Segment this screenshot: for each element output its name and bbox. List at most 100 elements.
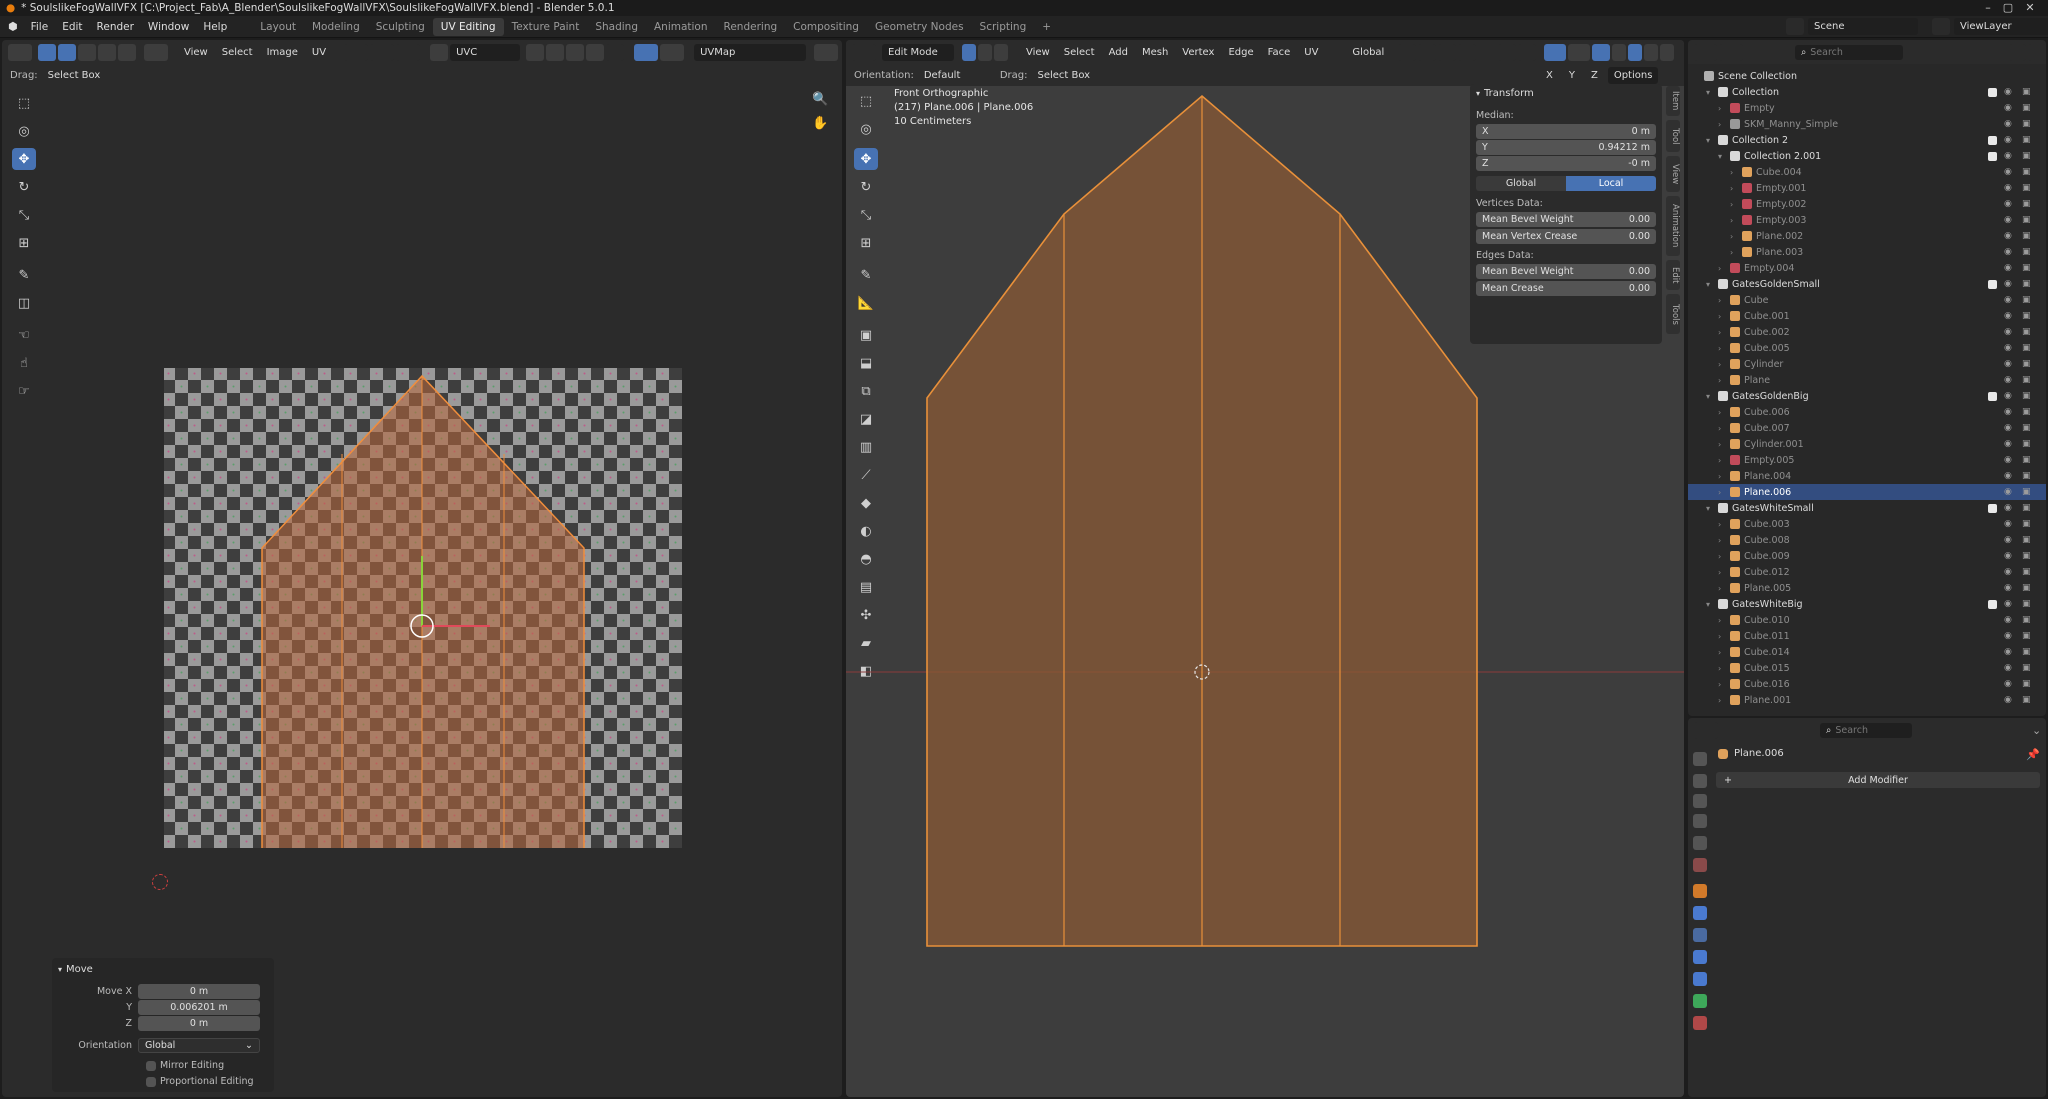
properties-search-input[interactable]: ⌕ Search	[1820, 722, 1912, 738]
outliner-collection-row[interactable]: ▾ Collection 2.001 ◉ ▣	[1688, 148, 2046, 164]
expand-arrow-icon[interactable]: ›	[1718, 648, 1721, 657]
scene-selector[interactable]: Scene	[1808, 18, 1918, 35]
median-x-field[interactable]: X0 m	[1476, 124, 1656, 139]
outliner-object-row[interactable]: › Cube.014 ◉ ▣	[1688, 644, 2046, 660]
camera-icon[interactable]: ▣	[2022, 663, 2031, 673]
eye-icon[interactable]: ◉	[2004, 535, 2012, 545]
pin-icon[interactable]	[606, 43, 625, 61]
eye-icon[interactable]: ◉	[2004, 359, 2012, 369]
expand-arrow-icon[interactable]: ›	[1730, 248, 1733, 257]
display-mode-icon[interactable]	[1719, 43, 1743, 61]
outliner-object-row[interactable]: › Cube ◉ ▣	[1688, 292, 2046, 308]
eye-icon[interactable]: ◉	[2004, 87, 2012, 97]
camera-icon[interactable]: ▣	[2022, 87, 2031, 97]
expand-arrow-icon[interactable]: ▾	[1706, 136, 1710, 145]
eye-icon[interactable]: ◉	[2004, 247, 2012, 257]
expand-arrow-icon[interactable]: ›	[1718, 472, 1721, 481]
workspace-tab-layout[interactable]: Layout	[252, 18, 304, 36]
camera-icon[interactable]: ▣	[2022, 327, 2031, 337]
eye-icon[interactable]: ◉	[2004, 199, 2012, 209]
expand-arrow-icon[interactable]: ›	[1718, 104, 1721, 113]
eye-icon[interactable]: ◉	[2004, 471, 2012, 481]
eye-icon[interactable]: ◉	[2004, 423, 2012, 433]
display-channels-icon[interactable]	[814, 43, 839, 61]
outliner-object-row[interactable]: › Plane.003 ◉ ▣	[1688, 244, 2046, 260]
uv-editor[interactable]: View Select Image UV UVC UVMap Drag: Sel…	[2, 40, 842, 1097]
uv-menu-uv[interactable]: UV	[306, 44, 332, 61]
camera-icon[interactable]: ▣	[2022, 215, 2031, 225]
camera-icon[interactable]: ▣	[2022, 135, 2031, 145]
workspace-tab-shading[interactable]: Shading	[587, 18, 646, 36]
camera-icon[interactable]: ▣	[2022, 311, 2031, 321]
tab-view[interactable]: View	[1666, 156, 1680, 192]
workspace-tab-uv-editing[interactable]: UV Editing	[432, 17, 504, 36]
expand-arrow-icon[interactable]: ›	[1718, 520, 1721, 529]
median-y-field[interactable]: Y 0.94212 m	[1476, 140, 1656, 155]
expand-arrow-icon[interactable]: ›	[1718, 296, 1721, 305]
move-y-field[interactable]: 0.006201 m	[138, 1000, 260, 1015]
outliner-object-row[interactable]: › Cube.002 ◉ ▣	[1688, 324, 2046, 340]
eye-icon[interactable]: ◉	[2004, 631, 2012, 641]
blender-menu-icon[interactable]: ⬢	[0, 20, 24, 33]
eye-icon[interactable]: ◉	[2004, 375, 2012, 385]
eye-icon[interactable]: ◉	[2004, 567, 2012, 577]
camera-icon[interactable]: ▣	[2022, 439, 2031, 449]
expand-arrow-icon[interactable]: ›	[1718, 264, 1721, 273]
editor-type-icon[interactable]	[1694, 43, 1718, 61]
scene-tab-icon[interactable]	[1693, 836, 1707, 850]
camera-icon[interactable]: ▣	[2022, 599, 2031, 609]
outliner-collection-row[interactable]: ▾ GatesWhiteSmall ◉ ▣	[1688, 500, 2046, 516]
move-z-field[interactable]: 0 m	[138, 1016, 260, 1031]
eye-icon[interactable]: ◉	[2004, 151, 2012, 161]
camera-icon[interactable]: ▣	[2022, 167, 2031, 177]
workspace-tab-geometry-nodes[interactable]: Geometry Nodes	[867, 18, 972, 36]
expand-arrow-icon[interactable]: ›	[1730, 216, 1733, 225]
expand-arrow-icon[interactable]: ▾	[1706, 504, 1710, 513]
outliner-object-row[interactable]: › Cube.015 ◉ ▣	[1688, 660, 2046, 676]
eye-icon[interactable]: ◉	[2004, 279, 2012, 289]
scene-icon[interactable]	[1786, 18, 1804, 35]
gizmo-icon[interactable]	[634, 43, 659, 61]
camera-icon[interactable]: ▣	[2022, 103, 2031, 113]
camera-icon[interactable]: ▣	[2022, 567, 2031, 577]
camera-icon[interactable]: ▣	[2022, 695, 2031, 705]
move-tool[interactable]: ✥	[12, 148, 36, 170]
expand-arrow-icon[interactable]: ›	[1718, 616, 1721, 625]
uv-menu-view[interactable]: View	[178, 44, 214, 61]
constraints-tab-icon[interactable]	[1693, 972, 1707, 986]
expand-arrow-icon[interactable]: ›	[1718, 424, 1721, 433]
expand-arrow-icon[interactable]: ›	[1718, 568, 1721, 577]
outliner-collection-row[interactable]: ▾ Collection ◉ ▣	[1688, 84, 2046, 100]
menu-window[interactable]: Window	[141, 21, 196, 33]
eye-icon[interactable]: ◉	[2004, 215, 2012, 225]
properties-editor[interactable]: ⌕ Search ⌄ Plane.006 📌 + Add Modifier	[1688, 718, 2046, 1097]
grab-tool[interactable]: ☜	[12, 324, 36, 346]
expand-arrow-icon[interactable]: ›	[1718, 440, 1721, 449]
rotate-tool[interactable]: ↻	[12, 176, 36, 198]
menu-file[interactable]: File	[24, 21, 56, 33]
outliner[interactable]: ⌕ Search Scene Collection ▾ Collection ◉ ▣ ›…	[1688, 40, 2046, 716]
eye-icon[interactable]: ◉	[2004, 231, 2012, 241]
eye-icon[interactable]: ◉	[2004, 455, 2012, 465]
outliner-object-row[interactable]: › Plane.005 ◉ ▣	[1688, 580, 2046, 596]
expand-arrow-icon[interactable]: ›	[1718, 120, 1721, 129]
outliner-object-row[interactable]: › SKM_Manny_Simple ◉ ▣	[1688, 116, 2046, 132]
uv-map-icon[interactable]	[430, 43, 449, 61]
island-select-icon[interactable]	[118, 43, 136, 61]
render-tab-icon[interactable]	[1693, 774, 1707, 788]
edge-bevel-weight-field[interactable]: Mean Bevel Weight 0.00	[1476, 264, 1656, 279]
expand-arrow-icon[interactable]: ›	[1730, 168, 1733, 177]
local-toggle[interactable]: Local	[1566, 176, 1656, 191]
outliner-object-row[interactable]: › Cube.016 ◉ ▣	[1688, 676, 2046, 692]
expand-arrow-icon[interactable]: ›	[1718, 632, 1721, 641]
outliner-object-row[interactable]: › Cube.007 ◉ ▣	[1688, 420, 2046, 436]
outliner-object-row[interactable]: › Cube.011 ◉ ▣	[1688, 628, 2046, 644]
world-tab-icon[interactable]	[1693, 858, 1707, 872]
outliner-object-row[interactable]: › Plane ◉ ▣	[1688, 372, 2046, 388]
output-tab-icon[interactable]	[1693, 794, 1707, 808]
eye-icon[interactable]: ◉	[2004, 327, 2012, 337]
scale-tool[interactable]: ⤡	[12, 204, 36, 226]
tab-tools[interactable]: Tools	[1666, 294, 1680, 334]
eye-icon[interactable]: ◉	[2004, 343, 2012, 353]
outliner-collection-row[interactable]: ▾ Collection 2 ◉ ▣	[1688, 132, 2046, 148]
